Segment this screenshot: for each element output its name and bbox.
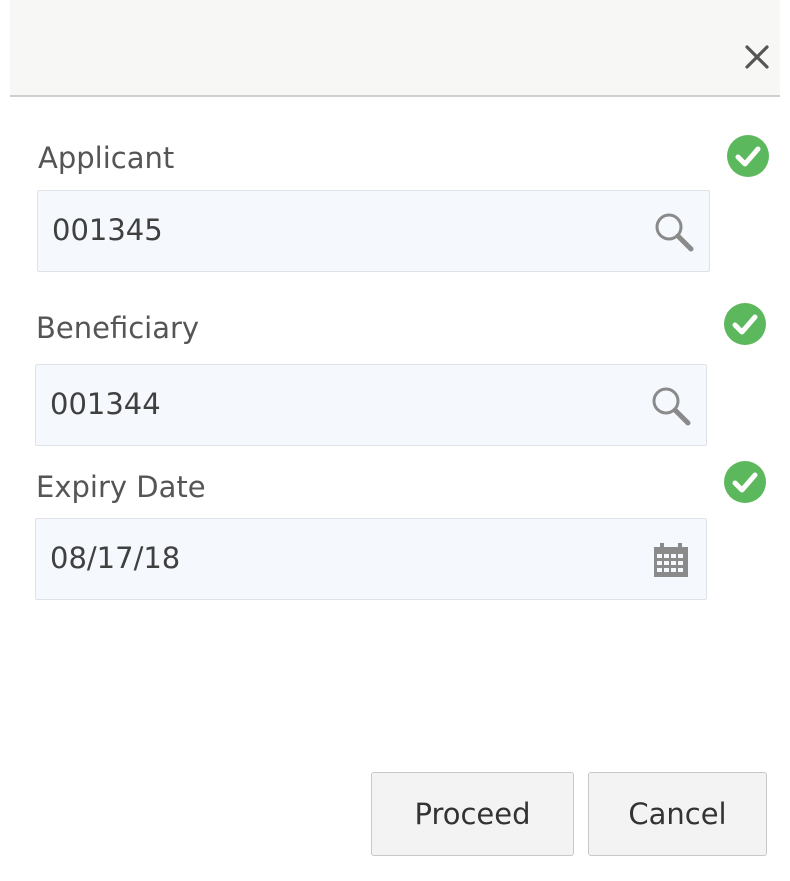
cancel-button[interactable]: Cancel bbox=[588, 772, 767, 856]
beneficiary-search-icon[interactable] bbox=[650, 385, 692, 427]
close-button[interactable] bbox=[742, 40, 772, 70]
beneficiary-label: Beneficiary bbox=[36, 311, 200, 345]
expiry-date-input[interactable]: 08/17/18 bbox=[35, 518, 707, 600]
dialog-header bbox=[10, 0, 780, 97]
applicant-value: 001345 bbox=[52, 213, 163, 247]
applicant-search-icon[interactable] bbox=[653, 211, 695, 253]
beneficiary-valid-check-icon bbox=[723, 302, 767, 346]
close-icon bbox=[745, 45, 769, 69]
expiry-date-label: Expiry Date bbox=[36, 470, 206, 504]
applicant-valid-check-icon bbox=[726, 134, 770, 178]
applicant-input[interactable]: 001345 bbox=[37, 190, 710, 272]
proceed-button[interactable]: Proceed bbox=[371, 772, 574, 856]
applicant-label: Applicant bbox=[38, 141, 175, 175]
beneficiary-input[interactable]: 001344 bbox=[35, 364, 707, 446]
expiry-date-value: 08/17/18 bbox=[50, 541, 181, 575]
calendar-icon[interactable] bbox=[650, 539, 692, 581]
expiry-date-valid-check-icon bbox=[723, 460, 767, 504]
beneficiary-value: 001344 bbox=[50, 387, 161, 421]
